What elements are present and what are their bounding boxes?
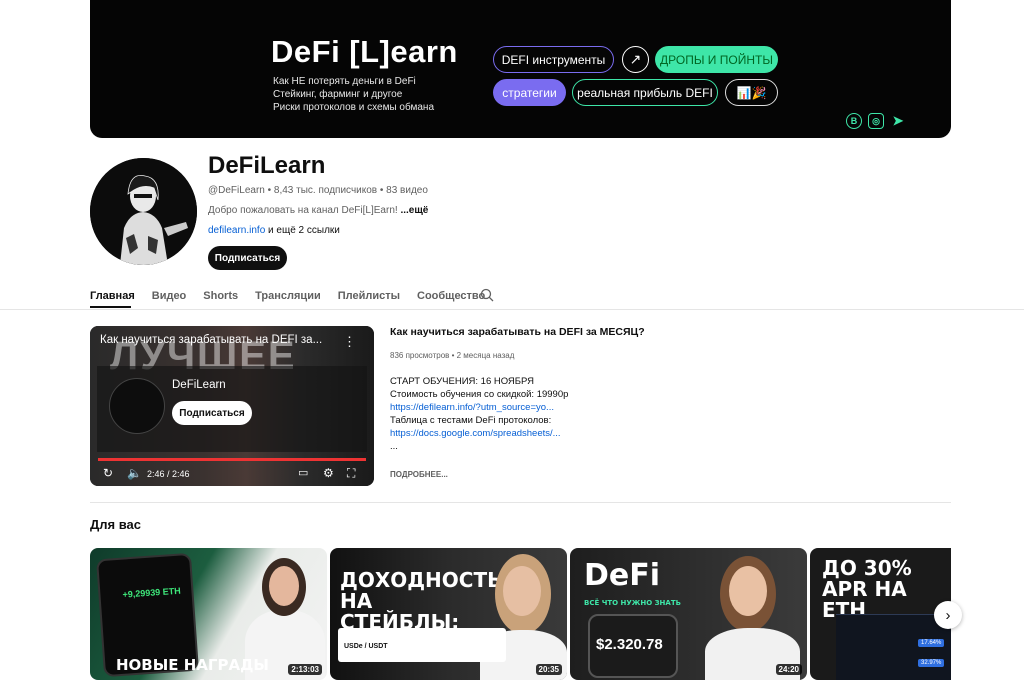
banner-logo: DeFi [L]earn [271,34,458,69]
video-duration: 2:13:03 [288,664,322,675]
subtitles-icon[interactable]: ▭ [298,466,308,479]
channel-links[interactable]: defilearn.info и ещё 2 ссылки [208,225,340,236]
person-face [729,566,767,616]
banner-pill-profit: реальная прибыль DEFI [572,79,718,106]
active-tab-indicator [90,306,131,308]
time-display: 2:46 / 2:46 [147,469,190,479]
description-line: СТАРТ ОБУЧЕНИЯ: 16 НОЯБРЯ [390,376,534,387]
apr-value: 17.64% [918,639,945,647]
amount-text: $2.320.78 [596,636,663,653]
banner-pill-drops: ДРОПЫ И ПОЙНТЫ [655,46,778,73]
banner-text: Как НЕ потерять деньги в DeFi Стейкинг, … [273,75,434,114]
tab-videos[interactable]: Видео [152,290,187,302]
apr-value: 32.97% [918,659,945,667]
section-title: Для вас [90,517,141,532]
video-thumbnail[interactable]: +9,29939 ETH НОВЫЕ НАГРАДЫ 2:13:03 [90,548,327,680]
channel-meta: @DeFiLearn • 8,43 тыс. подписчиков • 83 … [208,185,428,196]
end-screen-subscribe-button[interactable]: Подписаться [172,401,252,425]
volume-icon[interactable]: 🔈 [127,466,142,480]
phone-illustration: $2.320.78 [588,614,678,678]
progress-bar[interactable] [98,458,366,461]
thumb-title: ДО 30% APR НА ETH [822,556,912,622]
thumb-subtext: +9,29939 ETH [122,585,182,600]
tab-shorts[interactable]: Shorts [203,290,238,302]
table-card-text: USDe / USDT [344,643,388,650]
arrow-icon: ↗ [622,46,649,73]
banner-line: Как НЕ потерять деньги в DeFi [273,76,416,87]
end-screen-avatar[interactable] [109,378,165,434]
more-links[interactable]: и ещё 2 ссылки [265,225,340,236]
banner-pill-strategies: стратегии [493,79,566,106]
thumb-title: DeFi [584,558,661,593]
banner-pill-emoji: 📊🎉 [725,79,778,106]
description-link[interactable]: https://defilearn.info/?utm_source=yo... [390,401,568,414]
video-thumbnail[interactable]: DeFi ВСЁ ЧТО НУЖНО ЗНАТЬ $2.320.78 24:20 [570,548,807,680]
featured-video-title[interactable]: Как научиться зарабатывать на DEFI за МЕ… [390,326,645,338]
description-line: Стоимость обучения со скидкой: 19990р [390,389,569,400]
channel-banner: DeFi [L]earn Как НЕ потерять деньги в De… [90,0,951,138]
banner-pill-tools: DEFI инструменты [493,46,614,73]
channel-avatar[interactable] [90,158,197,265]
featured-video-player[interactable]: ЛУЧШЕЕ Как научиться зарабатывать на DEF… [90,326,374,486]
telegram-icon[interactable]: ➤ [890,113,906,129]
channel-website-link[interactable]: defilearn.info [208,225,265,236]
chevron-right-icon[interactable]: › [934,601,962,629]
thumb-title: ДОХОДНОСТЬ НА СТЕЙБЛЫ: [340,568,503,634]
subscribe-button[interactable]: Подписаться [208,246,287,270]
section-divider [90,502,951,503]
description-text: Добро пожаловать на канал DeFi[L]Earn! [208,205,401,216]
tab-home[interactable]: Главная [90,290,135,302]
featured-video-meta: 836 просмотров • 2 месяца назад [390,351,515,360]
end-screen-channel-name: DeFiLearn [172,379,226,391]
more-options-icon[interactable]: ⋮ [343,334,356,350]
banner-line: Риски протоколов и схемы обмана [273,102,435,113]
vk-icon[interactable]: В [846,113,862,129]
tab-community[interactable]: Сообщество [417,290,485,302]
tab-playlists[interactable]: Плейлисты [338,290,400,302]
video-duration: 24:20 [775,664,802,675]
description-more[interactable]: ...ещё [400,205,428,216]
person-face [269,566,299,606]
read-more-link[interactable]: ПОДРОБНЕЕ... [390,470,448,479]
banner-line: Стейкинг, фарминг и другое [273,89,403,100]
apr-table: 17.64% 32.97% [836,614,951,680]
description-line: Таблица с тестами DeFi протоколов: [390,415,552,426]
gear-icon[interactable]: ⚙ [323,466,334,480]
featured-video-description: СТАРТ ОБУЧЕНИЯ: 16 НОЯБРЯ Стоимость обуч… [390,375,568,453]
instagram-icon[interactable]: ◎ [868,113,884,129]
tab-live[interactable]: Трансляции [255,290,321,302]
channel-name: DeFiLearn [208,152,326,179]
video-thumbnail[interactable]: ДОХОДНОСТЬ НА СТЕЙБЛЫ: USDe / USDT 20:35 [330,548,567,680]
avatar-illustration [90,158,197,265]
thumb-title: НОВЫЕ НАГРАДЫ [116,656,269,674]
description-line: ... [390,441,398,452]
video-thumbnail[interactable]: ДО 30% APR НА ETH 17.64% 32.97% [810,548,951,680]
description-link[interactable]: https://docs.google.com/spreadsheets/... [390,427,568,440]
video-duration: 20:35 [535,664,562,675]
search-icon[interactable] [480,288,494,302]
player-title[interactable]: Как научиться зарабатывать на DEFI за... [100,334,340,346]
fullscreen-icon[interactable]: ⛶ [347,466,355,481]
table-card: USDe / USDT [338,628,506,662]
end-screen-channel-card: DeFiLearn Подписаться [97,366,367,452]
channel-description[interactable]: Добро пожаловать на канал DeFi[L]Earn! .… [208,205,428,216]
channel-tabs: Главная Видео Shorts Трансляции Плейлист… [90,284,502,308]
tabs-divider [0,309,1024,310]
thumb-subtitle: ВСЁ ЧТО НУЖНО ЗНАТЬ [584,599,681,607]
replay-icon[interactable]: ↻ [103,466,113,480]
person-face [503,566,541,616]
